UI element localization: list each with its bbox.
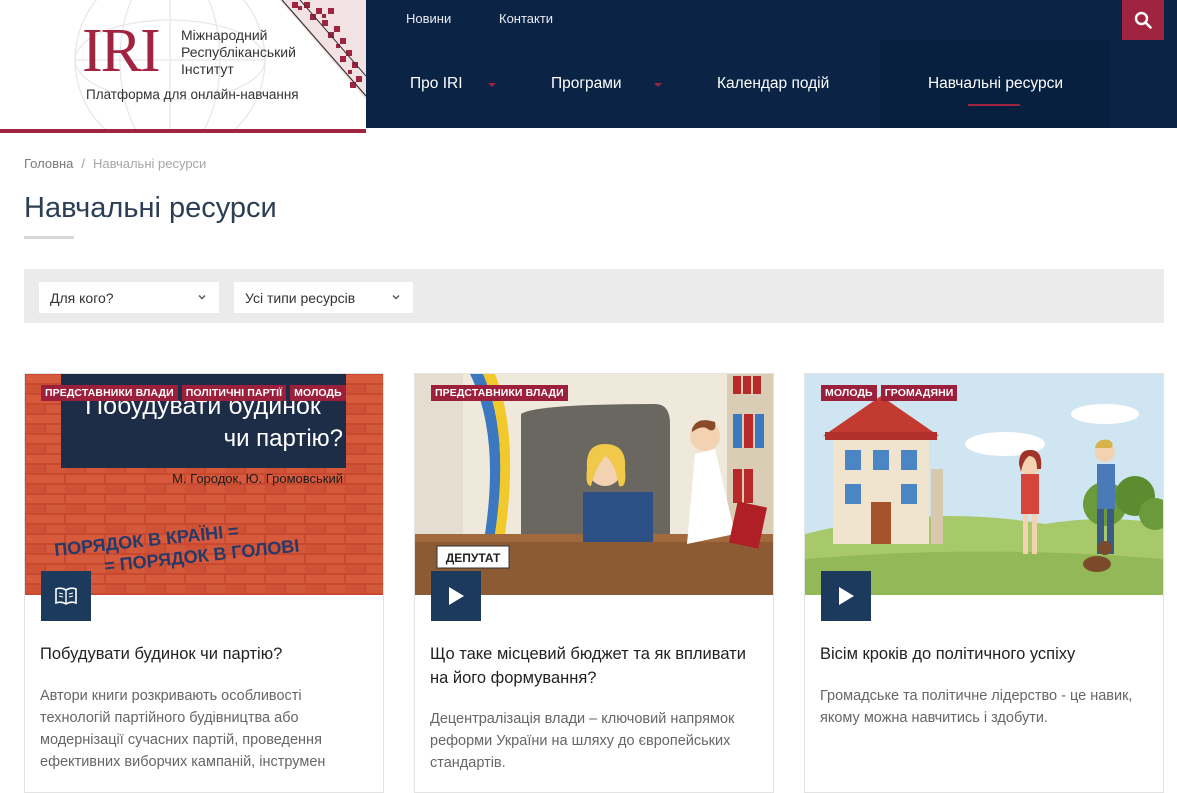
top-link-contacts[interactable]: Контакти xyxy=(499,11,553,26)
nav-item-about[interactable]: Про IRI xyxy=(410,40,463,128)
card-tags: ПРЕДСТАВНИКИ ВЛАДИ xyxy=(431,385,568,401)
card-description: Автори книги розкривають особливості тех… xyxy=(40,688,326,770)
search-button[interactable] xyxy=(1122,0,1164,40)
tag-youth[interactable]: МОЛОДЬ xyxy=(821,385,877,401)
logo-mark: IRI xyxy=(82,17,161,85)
tag-political-parties[interactable]: ПОЛІТИЧНІ ПАРТІЇ xyxy=(181,385,287,401)
deputy-nameplate: ДЕПУТАТ xyxy=(446,551,501,565)
chevron-down-icon xyxy=(198,295,206,300)
card-title[interactable]: Вісім кроків до політичного успіху xyxy=(820,642,1145,666)
breadcrumb-home[interactable]: Головна xyxy=(24,156,73,171)
house-illustration xyxy=(805,374,1163,595)
card-tags: МОЛОДЬ ГРОМАДЯНИ xyxy=(821,385,958,401)
card-image-office-scene[interactable]: ДЕПУТАТ ПРЕДСТАВНИКИ ВЛАДИ xyxy=(415,374,773,595)
main-menu: Про IRI Програми Календар подій Навчальн… xyxy=(366,40,1177,128)
card-description: Громадське та політичне лідерство - це н… xyxy=(820,688,1133,726)
play-video-button[interactable] xyxy=(431,571,481,621)
resource-card[interactable]: МОЛОДЬ ГРОМАДЯНИ Вісім кроків до політич… xyxy=(804,373,1164,793)
play-icon xyxy=(839,587,854,605)
play-icon xyxy=(449,587,464,605)
top-link-news[interactable]: Новини xyxy=(406,11,451,26)
audience-filter-value: Для кого? xyxy=(50,289,114,306)
nav-item-label: Навчальні ресурси xyxy=(927,75,1064,92)
book-icon xyxy=(55,587,77,605)
cover-title-bottom: чи партію? xyxy=(224,425,343,452)
embroidery-ornament-icon xyxy=(280,0,366,100)
breadcrumb-current: Навчальні ресурси xyxy=(93,156,207,171)
card-image-house-scene[interactable]: МОЛОДЬ ГРОМАДЯНИ xyxy=(805,374,1163,595)
site-header: IRI Міжнародний Республіканський Інститу… xyxy=(0,0,1177,133)
audience-filter-select[interactable]: Для кого? xyxy=(39,282,219,313)
search-icon xyxy=(1134,11,1152,29)
resource-type-filter-value: Усі типи ресурсів xyxy=(245,289,356,306)
chevron-down-icon xyxy=(392,295,400,300)
chevron-down-icon[interactable] xyxy=(488,83,496,87)
breadcrumb-separator: / xyxy=(81,156,86,171)
resource-type-filter-select[interactable]: Усі типи ресурсів xyxy=(234,282,413,313)
tag-government[interactable]: ПРЕДСТАВНИКИ ВЛАДИ xyxy=(431,385,568,401)
title-underline xyxy=(24,236,74,239)
tag-youth[interactable]: МОЛОДЬ xyxy=(290,385,346,401)
card-title[interactable]: Побудувати будинок чи партію? xyxy=(40,642,365,666)
breadcrumb: Головна / Навчальні ресурси xyxy=(24,156,206,171)
site-logo[interactable]: IRI Міжнародний Республіканський Інститу… xyxy=(0,0,366,133)
play-video-button[interactable] xyxy=(821,571,871,621)
nav-item-events-calendar[interactable]: Календар подій xyxy=(717,40,829,128)
resource-card[interactable]: Побудувати будинок чи партію? М. Городок… xyxy=(24,373,384,793)
office-illustration: ДЕПУТАТ xyxy=(415,374,773,595)
nav-item-programs[interactable]: Програми xyxy=(551,40,622,128)
filter-bar: Для кого? Усі типи ресурсів xyxy=(24,269,1164,323)
active-indicator xyxy=(968,104,1020,106)
card-tags: ПРЕДСТАВНИКИ ВЛАДИ ПОЛІТИЧНІ ПАРТІЇ МОЛО… xyxy=(41,385,346,401)
nav-item-learning-resources[interactable]: Навчальні ресурси xyxy=(880,40,1111,128)
cover-authors: М. Городок, Ю. Громовський xyxy=(172,471,343,486)
resource-card[interactable]: ДЕПУТАТ ПРЕДСТАВНИКИ ВЛАДИ Що таке місце… xyxy=(414,373,774,793)
chevron-down-icon[interactable] xyxy=(654,83,662,87)
logo-name-line-1: Міжнародний xyxy=(181,27,268,43)
card-title[interactable]: Що таке місцевий бюджет та як впливати н… xyxy=(430,642,755,690)
page-title: Навчальні ресурси xyxy=(24,192,277,224)
top-links-bar: Новини Контакти xyxy=(366,0,1177,40)
logo-name-line-3: Інститут xyxy=(181,61,234,77)
brick-wall-illustration: Побудувати будинок чи партію? М. Городок… xyxy=(25,374,383,595)
navigation-bar: Новини Контакти Про IRI Програми Календа… xyxy=(366,0,1177,128)
open-book-button[interactable] xyxy=(41,571,91,621)
tag-citizens[interactable]: ГРОМАДЯНИ xyxy=(880,385,958,401)
card-description: Децентралізація влади – ключовий напрямо… xyxy=(430,711,735,771)
tag-government[interactable]: ПРЕДСТАВНИКИ ВЛАДИ xyxy=(41,385,178,401)
card-image-book-cover[interactable]: Побудувати будинок чи партію? М. Городок… xyxy=(25,374,383,595)
logo-tagline: Платформа для онлайн-навчання xyxy=(86,87,299,102)
